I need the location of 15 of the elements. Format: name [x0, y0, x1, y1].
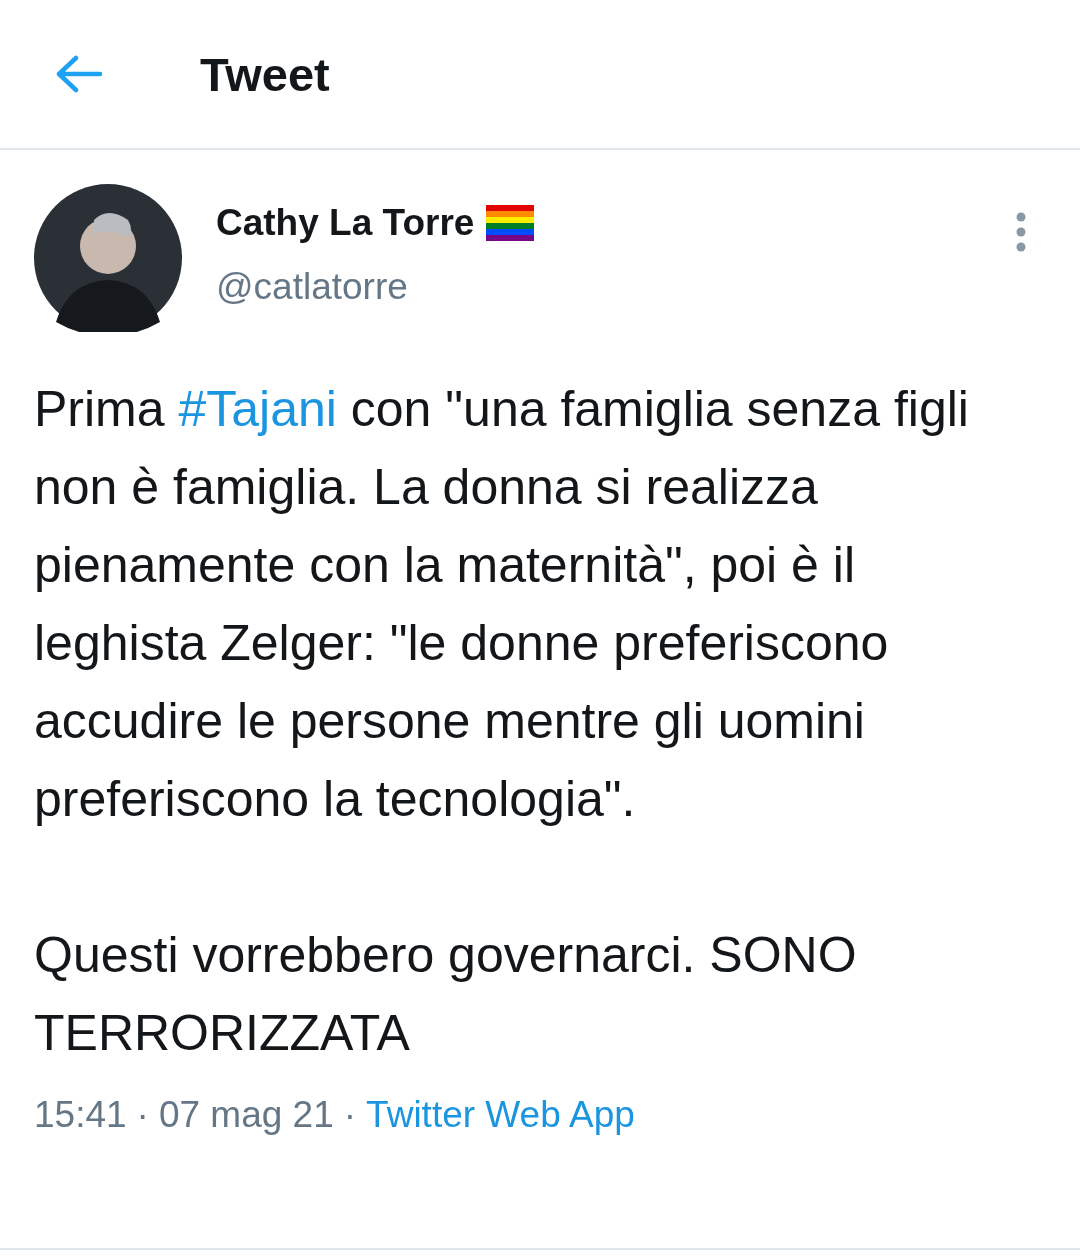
source-link[interactable]: Twitter Web App	[366, 1094, 635, 1136]
tweet-text: Questi vorrebbero governarci. SONO TERRORIZZATA	[34, 926, 858, 1063]
separator-dot: ·	[136, 1094, 149, 1136]
back-arrow-icon[interactable]	[54, 54, 102, 94]
author-name[interactable]: Cathy La Torre	[216, 202, 475, 244]
page-title: Tweet	[200, 46, 330, 102]
separator-dot: ·	[343, 1094, 357, 1136]
more-options-icon[interactable]	[1015, 212, 1027, 252]
tweet-date: 07 mag 21	[158, 1094, 334, 1136]
rainbow-flag-icon	[486, 205, 535, 241]
tweet-time: 15:41	[34, 1094, 127, 1136]
tweet-text: Prima #Tajani con "una famiglia senza figli non è famiglia. La donna si realizza pienamente con la maternità", poi è il leghista Zelger: "le donne preferiscono accudire le persone mentre gli uomini preferiscono la tecnologia".	[34, 380, 970, 829]
avatar[interactable]	[34, 184, 182, 332]
hashtag-link[interactable]: #Tajani	[178, 381, 337, 437]
author-handle[interactable]: @catlatorre	[216, 266, 1015, 308]
